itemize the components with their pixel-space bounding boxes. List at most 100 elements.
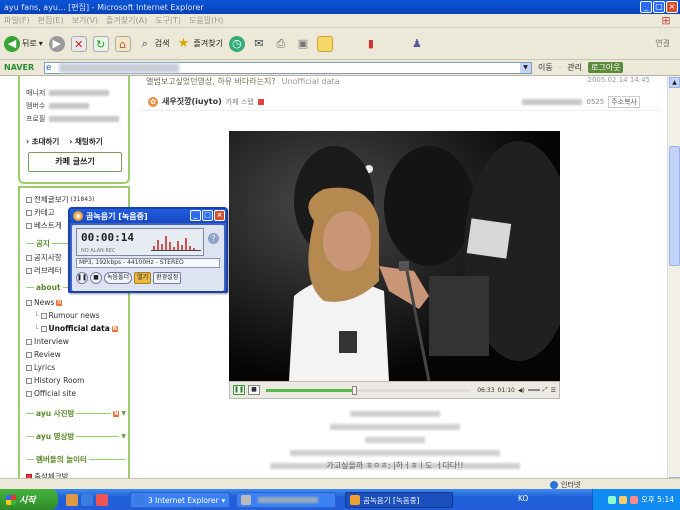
back-button[interactable]: ◀ 뒤로 ▾ (4, 35, 43, 52)
video-frame[interactable] (229, 131, 560, 381)
settings-icon[interactable]: ☰ (551, 387, 556, 394)
menu-review[interactable]: Review (26, 350, 61, 359)
favorites-button[interactable]: ★ 즐겨찾기 (175, 36, 223, 52)
menu-loveletter[interactable]: 러브레터 (26, 265, 62, 276)
recorder-minimize-button[interactable]: _ (190, 210, 201, 221)
board-icon (26, 338, 32, 345)
recorder-title: 곰녹음기 [녹음중] (86, 211, 148, 221)
menu-file[interactable]: 파일(F) (4, 15, 30, 26)
print-button[interactable]: ⎙ (273, 36, 289, 52)
home-button[interactable]: ⌂ (114, 35, 131, 52)
taskbar-blurred-button[interactable] (236, 492, 336, 508)
chat-link[interactable]: › 채팅하기 (69, 136, 102, 147)
links-label[interactable]: 연결 (655, 38, 670, 49)
naver-toolbar-logo[interactable]: NAVER (0, 63, 40, 72)
settings-button[interactable]: 환경설정 (153, 272, 182, 284)
post-category[interactable]: Unofficial data (282, 77, 340, 86)
chevron-down-icon: ▾ (221, 495, 226, 505)
tray-volume-icon[interactable] (618, 495, 627, 504)
minimize-button[interactable]: _ (640, 1, 652, 13)
logout-button[interactable]: 로그아웃 (588, 62, 624, 73)
language-indicator[interactable]: KO (518, 494, 528, 503)
invite-link[interactable]: › 초대하기 (26, 136, 59, 147)
menu-rumour-news[interactable]: └ Rumour news (34, 311, 100, 320)
menu-interview[interactable]: Interview (26, 337, 69, 346)
volume-icon[interactable]: ◀) (518, 387, 525, 394)
ie-status-bar: 인터넷 (0, 478, 680, 489)
stop-button[interactable]: ✕ (70, 35, 87, 52)
menu-news[interactable]: News N (26, 298, 63, 307)
window-icon (241, 495, 251, 505)
forward-button[interactable]: ▶ (48, 35, 65, 52)
fullscreen-icon[interactable]: ⤢ (543, 386, 548, 394)
pause-button[interactable]: ❚❚ (233, 385, 245, 395)
copy-address-button[interactable]: 주소복사 (608, 96, 640, 108)
menu-category[interactable]: 카테고 (26, 207, 55, 218)
recorder-maximize-button[interactable]: □ (202, 210, 213, 221)
folder-button[interactable] (316, 35, 333, 52)
recorder-body: 00:00:14 NO ALAN REC ? MP3, 192kbps - 44… (72, 225, 224, 291)
menu-notice[interactable]: 공지사항 (26, 252, 62, 263)
menu-favorites[interactable]: 즐겨찾기(A) (106, 15, 147, 26)
menu-lyrics[interactable]: Lyrics (26, 363, 55, 372)
menu-help[interactable]: 도움말(H) (189, 15, 223, 26)
tray-network-icon[interactable] (607, 495, 616, 504)
desktop-screen: ayu fans, ayu... [편집] - Microsoft Intern… (0, 0, 680, 510)
chevron-down-icon: ▼ (121, 410, 126, 417)
write-post-button[interactable]: 카페 글쓰기 (28, 152, 122, 172)
section-video[interactable]: ayu 영상방 ▼ (26, 431, 126, 442)
start-button[interactable]: 시작 (0, 489, 58, 510)
menu-edit[interactable]: 편집(E) (38, 15, 64, 26)
address-input[interactable]: e ▼ (44, 62, 532, 74)
taskbar-ie-button[interactable]: 3 Internet Explorer ▾ (130, 492, 230, 508)
ie-title-bar[interactable]: ayu fans, ayu... [편집] - Microsoft Intern… (0, 0, 680, 14)
address-dropdown-icon[interactable]: ▼ (520, 63, 531, 73)
quicklaunch-desktop-icon[interactable] (66, 493, 78, 506)
menu-all-posts[interactable]: 전체글보기 (31843) (26, 194, 94, 205)
close-button[interactable]: × (666, 1, 678, 13)
menu-view[interactable]: 보기(V) (72, 15, 98, 26)
manage-button[interactable]: 관리 (567, 62, 582, 73)
record-folder-button[interactable]: 녹음폴더 (104, 272, 133, 284)
recorder-title-bar[interactable]: ◉ 곰녹음기 [녹음중] _ □ × (70, 209, 226, 223)
ie-toolbar: ◀ 뒤로 ▾ ▶ ✕ ↻ ⌂ ⌕ 검색 ★ 즐겨찾기 ◷ ✉ ⎙ ▣ ▮ ♟ 연… (0, 28, 680, 60)
go-button[interactable]: 이동 (538, 62, 553, 73)
seek-handle[interactable] (352, 385, 358, 395)
gom-recorder-window[interactable]: ◉ 곰녹음기 [녹음중] _ □ × 00:00:14 NO ALAN REC … (68, 207, 228, 293)
taskbar-recorder-button[interactable]: 곰녹음기 [녹음중] (345, 492, 453, 508)
refresh-button[interactable]: ↻ (92, 35, 109, 52)
messenger-button[interactable]: ♟ (409, 36, 425, 52)
section-playground[interactable]: 멤버들의 놀이터 (26, 454, 126, 465)
scroll-thumb[interactable] (669, 146, 680, 266)
post-date: 2005.02.14 14:45 (587, 76, 650, 84)
seek-bar[interactable] (266, 385, 472, 395)
menu-official-site[interactable]: Official site (26, 389, 76, 398)
stop-video-button[interactable]: ■ (248, 385, 260, 395)
recorder-close-button[interactable]: × (214, 210, 225, 221)
menu-history-room[interactable]: History Room (26, 376, 84, 385)
menu-unofficial-data[interactable]: └ Unofficial data N (34, 324, 118, 333)
pause-record-button[interactable]: ❚❚ (76, 272, 88, 284)
volume-slider[interactable] (527, 389, 540, 391)
mail-button[interactable]: ✉ (251, 36, 267, 52)
menu-best[interactable]: 베스트게 (26, 220, 62, 231)
edit-button[interactable]: ▣ (295, 36, 311, 52)
record-format: MP3, 192kbps - 44100Hz - STEREO (76, 258, 220, 268)
clock[interactable]: 오후 5:14 (641, 494, 674, 505)
help-button[interactable]: ? (208, 233, 219, 244)
history-button[interactable]: ◷ (228, 35, 245, 52)
search-button[interactable]: ⌕ 검색 (137, 36, 170, 52)
stop-record-button[interactable]: ■ (90, 272, 102, 284)
quicklaunch-media-icon[interactable] (96, 493, 108, 506)
quicklaunch-ie-icon[interactable] (81, 493, 93, 506)
scroll-up-icon[interactable]: ▲ (669, 77, 680, 88)
windows-taskbar: 시작 3 Internet Explorer ▾ 곰녹음기 [녹음중] KO 오후… (0, 489, 680, 510)
page-scrollbar[interactable]: ▲ ▼ (667, 76, 680, 489)
tray-app-icon[interactable] (629, 495, 638, 504)
research-button[interactable]: ▮ (363, 36, 379, 52)
section-photo[interactable]: ayu 사진방 N ▼ (26, 408, 126, 419)
open-button[interactable]: 열기 (134, 272, 152, 284)
menu-tools[interactable]: 도구(T) (155, 15, 181, 26)
author-name[interactable]: 새우짓깡(iuyto) (162, 96, 222, 107)
maximize-button[interactable]: □ (653, 1, 665, 13)
